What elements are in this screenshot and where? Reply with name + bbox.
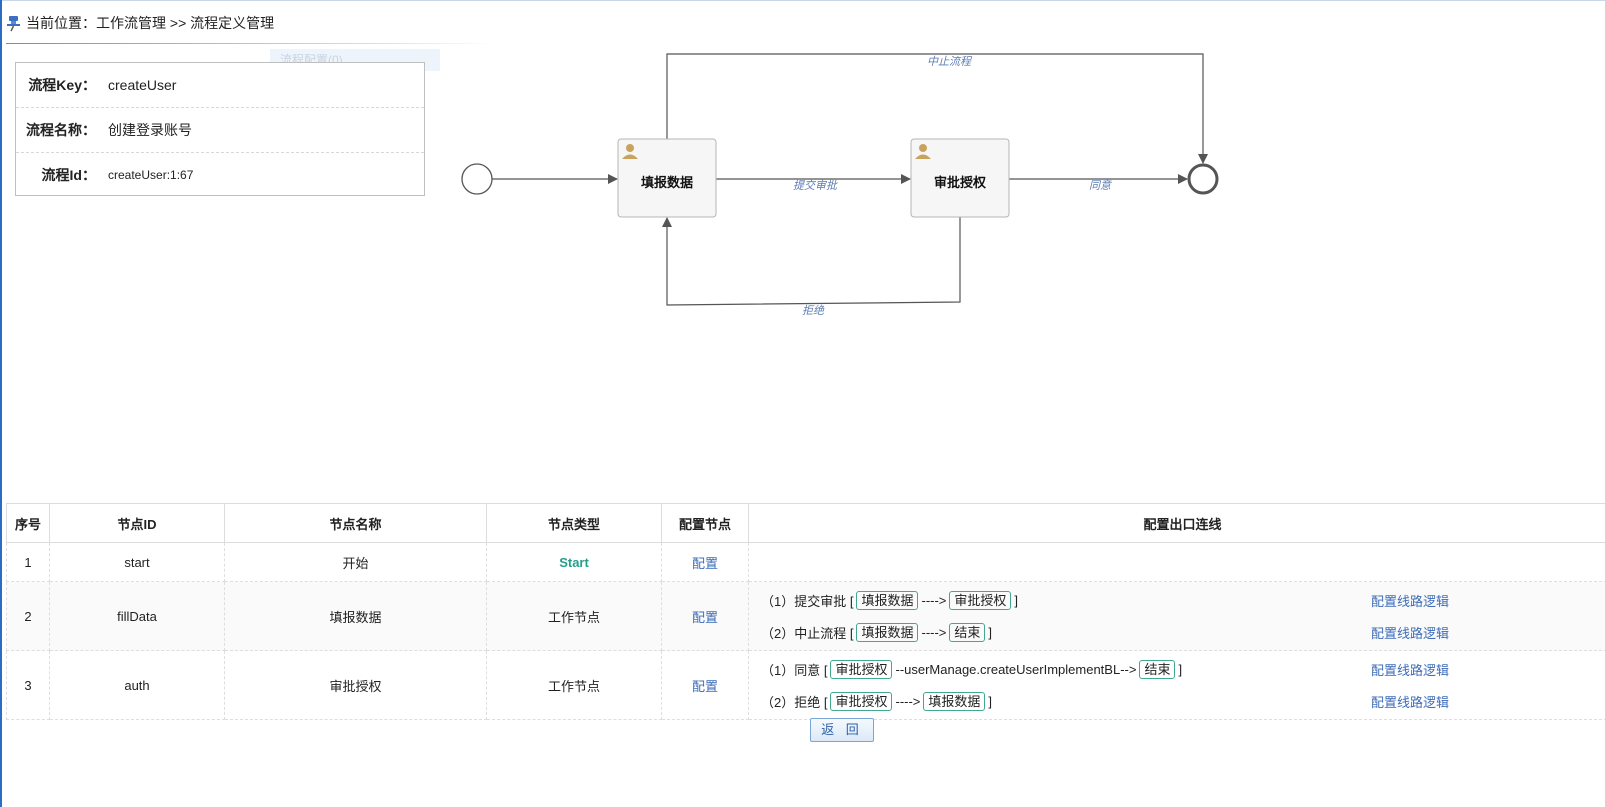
cell-node-id: start — [49, 542, 225, 582]
cell-no: 1 — [6, 542, 50, 582]
cell-node-type: 工作节点 — [486, 650, 662, 720]
col-header-node-id: 节点ID — [49, 503, 225, 543]
back-button[interactable]: 返 回 — [810, 718, 874, 742]
exit-line-suffix: ] — [988, 624, 993, 640]
exit-line-item: （2）拒绝 [ 审批授权 ----> 填报数据 ] 配置线路逻辑 — [761, 685, 1605, 717]
exit-line-text: （1）提交审批 [ 填报数据 ----> 审批授权 ] — [761, 590, 1371, 610]
cell-exit-lines: （1）提交审批 [ 填报数据 ----> 审批授权 ] 配置线路逻辑 （2）中止… — [748, 581, 1605, 651]
flow-label-abort: 中止流程 — [927, 55, 973, 68]
task-auth[interactable]: 审批授权 — [910, 138, 1010, 218]
col-header-config-node: 配置节点 — [661, 503, 749, 543]
exit-line-prefix: （2）拒绝 [ — [761, 694, 828, 710]
table-header-row: 序号 节点ID 节点名称 节点类型 配置节点 配置出口连线 — [6, 503, 1605, 543]
node-table: 序号 节点ID 节点名称 节点类型 配置节点 配置出口连线 1 start 开始… — [6, 503, 1605, 720]
cell-node-id: fillData — [49, 581, 225, 651]
from-node-tag: 审批授权 — [830, 691, 893, 711]
task-fill-data[interactable]: 填报数据 — [617, 138, 717, 218]
process-diagram: 提交审批 同意 拒绝 中止流程 填报数据 审批授权 — [461, 53, 1219, 317]
cell-config: 配置 — [661, 542, 749, 582]
cell-node-name: 填报数据 — [224, 581, 487, 651]
from-node-tag: 审批授权 — [830, 659, 893, 679]
to-node-tag: 结束 — [1139, 659, 1176, 679]
exit-line-suffix: ] — [1178, 661, 1183, 677]
cell-node-name: 审批授权 — [224, 650, 487, 720]
to-node-tag: 结束 — [949, 622, 986, 642]
to-node-tag: 审批授权 — [949, 590, 1012, 610]
exit-line-item: （1）提交审批 [ 填报数据 ----> 审批授权 ] 配置线路逻辑 — [761, 584, 1605, 616]
exit-line-prefix: （1）同意 [ — [761, 662, 828, 678]
start-event[interactable] — [461, 163, 493, 195]
cell-config: 配置 — [661, 581, 749, 651]
cell-no: 3 — [6, 650, 50, 720]
exit-line-text: （2）中止流程 [ 填报数据 ----> 结束 ] — [761, 622, 1371, 642]
exit-line-item: （1）同意 [ 审批授权 --userManage.createUserImpl… — [761, 653, 1605, 685]
flow-label-reject: 拒绝 — [802, 304, 825, 317]
cell-node-id: auth — [49, 650, 225, 720]
config-node-link[interactable]: 配置 — [692, 679, 718, 694]
cell-node-type: Start — [486, 542, 662, 582]
exit-line-arrow: --userManage.createUserImplementBL--> — [895, 661, 1137, 677]
cell-exit-lines — [748, 542, 1605, 582]
exit-line-arrow: ----> — [921, 592, 947, 608]
table-row: 1 start 开始 Start 配置 — [6, 542, 1605, 582]
flow-reject[interactable] — [662, 217, 961, 306]
col-header-no: 序号 — [6, 503, 50, 543]
table-row: 2 fillData 填报数据 工作节点 配置 （1）提交审批 [ 填报数据 -… — [6, 581, 1605, 651]
config-line-logic-link[interactable]: 配置线路逻辑 — [1371, 660, 1449, 679]
config-line-logic-link[interactable]: 配置线路逻辑 — [1371, 692, 1449, 711]
end-event[interactable] — [1187, 163, 1219, 195]
task-label-fill-data: 填报数据 — [641, 175, 693, 190]
cell-node-type: 工作节点 — [486, 581, 662, 651]
config-node-link[interactable]: 配置 — [692, 610, 718, 625]
table-row: 3 auth 审批授权 工作节点 配置 （1）同意 [ 审批授权 --userM… — [6, 650, 1605, 720]
cell-config: 配置 — [661, 650, 749, 720]
to-node-tag: 填报数据 — [923, 691, 986, 711]
col-header-exit-lines: 配置出口连线 — [748, 503, 1605, 543]
exit-line-arrow: ----> — [921, 624, 947, 640]
flow-label-submit: 提交审批 — [793, 179, 838, 192]
config-node-link[interactable]: 配置 — [692, 556, 718, 571]
exit-line-suffix: ] — [1014, 592, 1019, 608]
cell-exit-lines: （1）同意 [ 审批授权 --userManage.createUserImpl… — [748, 650, 1605, 720]
col-header-node-type: 节点类型 — [486, 503, 662, 543]
exit-line-prefix: （1）提交审批 [ — [761, 593, 854, 609]
flow-label-agree: 同意 — [1089, 179, 1112, 192]
exit-line-item: （2）中止流程 [ 填报数据 ----> 结束 ] 配置线路逻辑 — [761, 616, 1605, 648]
node-type-start: Start — [559, 554, 589, 570]
config-line-logic-link[interactable]: 配置线路逻辑 — [1371, 623, 1449, 642]
exit-line-prefix: （2）中止流程 [ — [761, 625, 854, 641]
exit-line-suffix: ] — [988, 693, 993, 709]
cell-no: 2 — [6, 581, 50, 651]
from-node-tag: 填报数据 — [856, 590, 919, 610]
from-node-tag: 填报数据 — [856, 622, 919, 642]
cell-node-name: 开始 — [224, 542, 487, 582]
col-header-node-name: 节点名称 — [224, 503, 487, 543]
task-label-auth: 审批授权 — [934, 175, 987, 190]
exit-line-text: （2）拒绝 [ 审批授权 ----> 填报数据 ] — [761, 691, 1371, 711]
config-line-logic-link[interactable]: 配置线路逻辑 — [1371, 591, 1449, 610]
exit-line-text: （1）同意 [ 审批授权 --userManage.createUserImpl… — [761, 659, 1371, 679]
exit-line-arrow: ----> — [895, 693, 921, 709]
